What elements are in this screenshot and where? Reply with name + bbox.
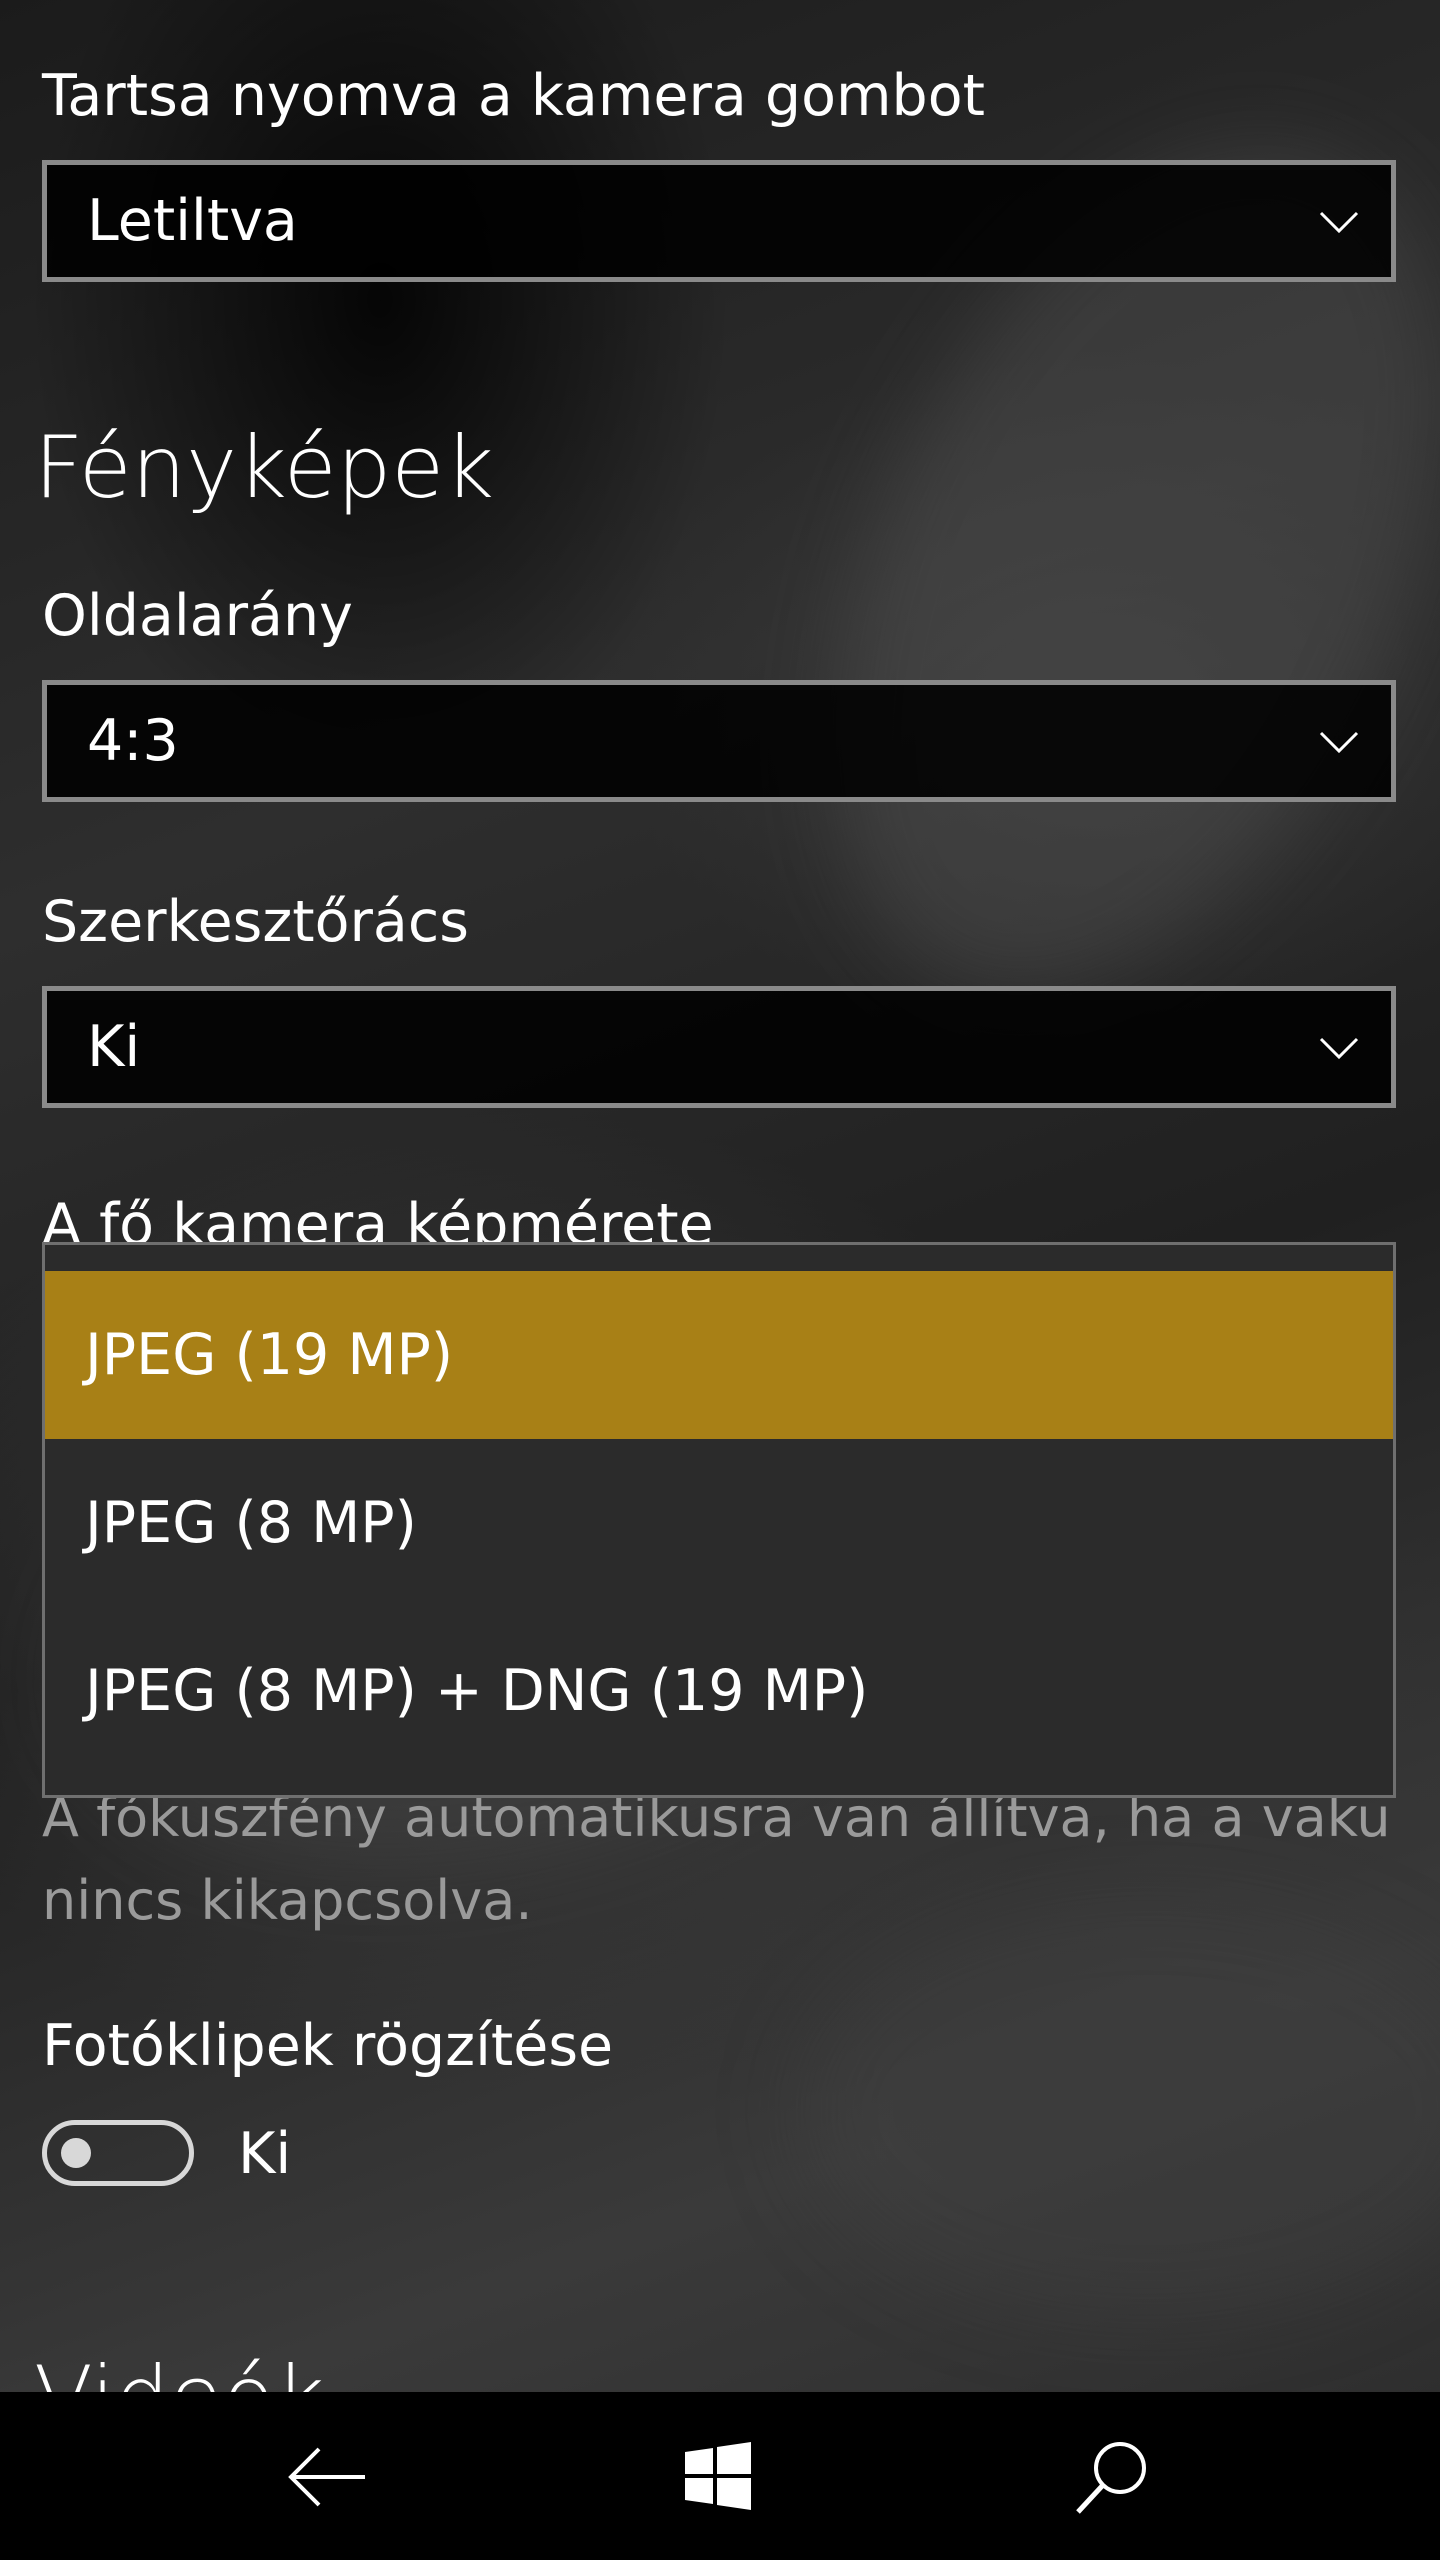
search-icon[interactable]	[1068, 2432, 1158, 2522]
navigation-bar	[0, 2392, 1440, 2560]
size-option-jpeg-8mp[interactable]: JPEG (8 MP)	[45, 1439, 1393, 1607]
aspect-ratio-label: Oldalarány	[42, 583, 353, 649]
framing-grid-label: Szerkesztőrács	[42, 889, 469, 955]
camera-button-label: Tartsa nyomva a kamera gombot	[42, 63, 985, 129]
main-camera-size-label: A fő kamera képmérete	[42, 1192, 714, 1242]
living-images-toggle[interactable]	[42, 2120, 194, 2186]
framing-grid-value: Ki	[87, 1014, 141, 1080]
chevron-down-icon	[1319, 211, 1359, 234]
background-fold	[800, 1900, 1440, 2320]
camera-settings-screen: Tartsa nyomva a kamera gombot Letiltva F…	[0, 0, 1440, 2560]
windows-logo-icon[interactable]	[673, 2432, 763, 2522]
chevron-down-icon	[1319, 731, 1359, 754]
aspect-ratio-combobox[interactable]: 4:3	[42, 680, 1396, 802]
camera-button-combobox[interactable]: Letiltva	[42, 160, 1396, 282]
camera-button-value: Letiltva	[87, 188, 298, 254]
toggle-knob	[61, 2138, 91, 2168]
aspect-ratio-value: 4:3	[87, 708, 179, 774]
living-images-label: Fotóklipek rögzítése	[42, 2013, 614, 2079]
size-option-jpeg-8mp-dng-19mp[interactable]: JPEG (8 MP) + DNG (19 MP)	[45, 1607, 1393, 1775]
size-option-jpeg-19mp[interactable]: JPEG (19 MP)	[45, 1271, 1393, 1439]
focus-light-note: A fókuszfény automatikusra van állítva, …	[42, 1786, 1391, 1932]
main-camera-size-flyout: JPEG (19 MP) JPEG (8 MP) JPEG (8 MP) + D…	[42, 1242, 1396, 1798]
living-images-state: Ki	[238, 2121, 292, 2187]
framing-grid-combobox[interactable]: Ki	[42, 986, 1396, 1108]
back-arrow-icon[interactable]	[283, 2432, 373, 2522]
chevron-down-icon	[1319, 1037, 1359, 1060]
photos-section-title: Fényképek	[34, 418, 495, 518]
